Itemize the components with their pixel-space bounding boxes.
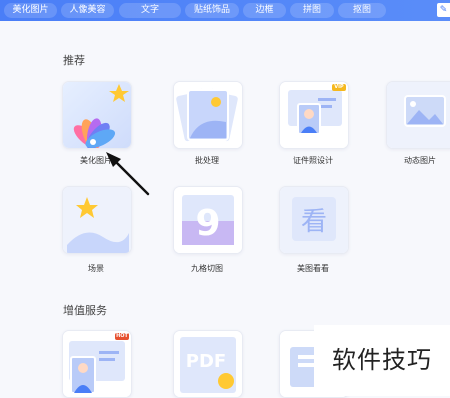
- watermark: 软件技巧: [314, 325, 450, 396]
